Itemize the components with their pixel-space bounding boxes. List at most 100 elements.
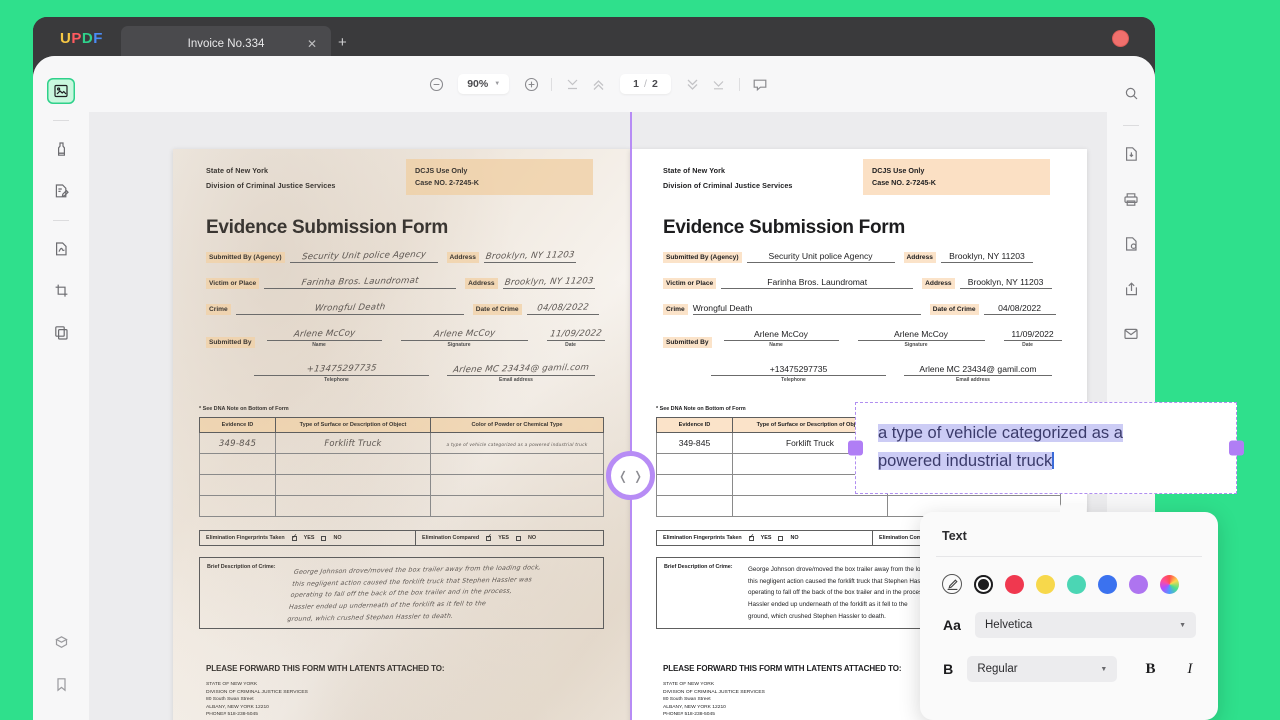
font-family-value: Helvetica <box>985 619 1032 631</box>
share-icon <box>1124 281 1139 297</box>
telephone-value: +13475297735 <box>253 362 430 376</box>
font-family-row: Aa Helvetica ▼ <box>942 612 1196 638</box>
agency-value-2[interactable]: Security Unit police Agency <box>747 251 895 262</box>
right-item-share[interactable] <box>1117 276 1145 302</box>
right-item-compress[interactable] <box>1117 141 1145 167</box>
color-swatch-purple[interactable] <box>1129 575 1148 594</box>
zoom-level-value: 90% <box>467 78 488 90</box>
new-tab-icon[interactable]: + <box>338 35 347 50</box>
sidebar-item-ai[interactable] <box>47 629 75 655</box>
edit-text-line-1[interactable]: a type of vehicle categorized as a <box>878 424 1123 442</box>
sidebar-item-pages[interactable] <box>47 320 75 346</box>
resize-handle-left[interactable] <box>848 441 863 456</box>
dcjs-label: DCJS Use Only <box>415 165 584 177</box>
pages-icon <box>54 325 69 341</box>
crime-label: Crime <box>206 304 231 315</box>
sidebar-item-bookmarks[interactable] <box>47 671 75 697</box>
description-box-original: Brief Description of Crime: George Johns… <box>199 557 604 629</box>
date-crime-value: 04/08/2022 <box>526 302 600 314</box>
zoom-level-selector[interactable]: 90% ▼ <box>458 74 509 94</box>
fwd-line-2: DIVISION OF CRIMINAL JUSTICE SERVICES <box>206 689 312 697</box>
right-item-protect[interactable] <box>1117 231 1145 257</box>
color-swatch-red[interactable] <box>1005 575 1024 594</box>
close-tab-icon[interactable]: ✕ <box>307 38 317 50</box>
resize-handle-right[interactable] <box>1229 441 1244 456</box>
fit-width-button[interactable] <box>559 71 585 97</box>
page-indicator[interactable]: 1 / 2 <box>620 74 671 94</box>
submitter-signature-2[interactable]: Arlene McCoy <box>858 329 985 340</box>
cell-object: Forklift Truck <box>324 438 381 448</box>
address1-value: Brooklyn, NY 11203 <box>483 250 577 263</box>
color-swatch-yellow[interactable] <box>1036 575 1055 594</box>
color-swatch-blue[interactable] <box>1098 575 1117 594</box>
sidebar-item-reader[interactable] <box>47 78 75 104</box>
highlighter-icon <box>54 141 69 157</box>
document-page-original[interactable]: State of New York Division of Criminal J… <box>173 149 630 720</box>
last-page-button[interactable] <box>706 71 732 97</box>
color-swatch-teal[interactable] <box>1067 575 1086 594</box>
address1-value-2[interactable]: Brooklyn, NY 11203 <box>941 251 1033 262</box>
sidebar-item-sign[interactable] <box>47 236 75 262</box>
comment-button[interactable] <box>747 71 773 97</box>
th-evidence-id-2: Evidence ID <box>657 418 733 433</box>
fingerprints-no-checkbox-2[interactable] <box>778 536 783 541</box>
date-sublabel-2: Date <box>999 342 1057 348</box>
sidebar-item-edit[interactable] <box>47 178 75 204</box>
fingerprints-yes-checkbox-2[interactable] <box>749 536 754 541</box>
user-avatar[interactable] <box>1112 30 1129 47</box>
victim-value-2[interactable]: Farinha Bros. Laundromat <box>721 277 913 288</box>
fwd-line-4: ALBANY, NEW YORK 12210 <box>206 704 312 712</box>
th-powder-color: Color of Powder or Chemical Type <box>431 418 604 433</box>
chevron-down-icon-weight: ▼ <box>1100 666 1107 673</box>
zoom-out-button[interactable] <box>423 71 449 97</box>
color-swatch-custom[interactable] <box>1160 575 1179 594</box>
sidebar-item-crop[interactable] <box>47 278 75 304</box>
fwd-line-1: STATE OF NEW YORK <box>206 681 312 689</box>
fingerprints-yes-checkbox[interactable] <box>292 536 297 541</box>
edit-text-line-2[interactable]: powered industrial truck <box>878 452 1052 470</box>
dna-note-2: * See DNA Note on Bottom of Form <box>656 406 746 412</box>
submitted-date-2[interactable]: 11/09/2022 <box>1004 329 1062 340</box>
left-toolbar <box>33 56 89 720</box>
next-page-button[interactable] <box>680 71 706 97</box>
chevron-down-icon-font: ▼ <box>1179 622 1186 629</box>
signature-sublabel: Signature <box>396 342 523 348</box>
right-item-email[interactable] <box>1117 321 1145 347</box>
telephone-sublabel-2: Telephone <box>706 377 881 383</box>
edit-row-1: a type of vehicle categorized as a <box>878 421 1214 447</box>
fit-page-button[interactable] <box>585 71 611 97</box>
submitter-name-2[interactable]: Arlene McCoy <box>724 329 839 340</box>
telephone-value-2[interactable]: +13475297735 <box>711 364 886 375</box>
date-crime-label-2: Date of Crime <box>930 304 979 315</box>
text-edit-box[interactable]: a type of vehicle categorized as a power… <box>855 402 1237 494</box>
date-crime-label: Date of Crime <box>473 304 522 315</box>
right-item-search[interactable] <box>1117 80 1145 106</box>
date-crime-value-2[interactable]: 04/08/2022 <box>984 303 1056 314</box>
fwd-line-5: PHONE# 518-238-5045 <box>206 711 312 719</box>
compared-yes-checkbox[interactable] <box>486 536 491 541</box>
compare-handle[interactable]: ❬ ❭ <box>606 451 655 500</box>
rail-divider-1 <box>53 120 69 121</box>
bold-button[interactable]: B <box>1144 661 1156 678</box>
fingerprints-no-checkbox[interactable] <box>321 536 326 541</box>
font-weight-row: B Regular ▼ B I <box>942 656 1196 682</box>
case-number-2: Case NO. 2-7245-K <box>872 177 1041 189</box>
chevron-left-icon: ❬ <box>618 469 628 483</box>
cell-evidence-id: 349-845 <box>219 439 256 449</box>
address2-value-2[interactable]: Brooklyn, NY 11203 <box>960 277 1052 288</box>
eyedropper-icon[interactable] <box>942 574 962 594</box>
crime-value: Wrongful Death <box>235 301 465 316</box>
right-item-print[interactable] <box>1117 186 1145 212</box>
crime-value-2[interactable]: Wrongful Death <box>693 303 921 314</box>
sidebar-item-annotate[interactable] <box>47 136 75 162</box>
email-value-2[interactable]: Arlene MC 23434@ gamil.com <box>904 364 1052 375</box>
italic-button[interactable]: I <box>1184 661 1196 678</box>
font-weight-select[interactable]: Regular ▼ <box>967 656 1117 682</box>
zoom-in-button[interactable] <box>518 71 544 97</box>
font-family-select[interactable]: Helvetica ▼ <box>975 612 1196 638</box>
evidence-table-original[interactable]: Evidence ID Type of Surface or Descripti… <box>199 417 604 517</box>
fwd-line-1-2: STATE OF NEW YORK <box>663 681 769 689</box>
color-swatch-black[interactable] <box>974 575 993 594</box>
screen: UPDF Invoice No.334 ✕ + <box>0 0 1280 720</box>
compared-no-checkbox[interactable] <box>516 536 521 541</box>
